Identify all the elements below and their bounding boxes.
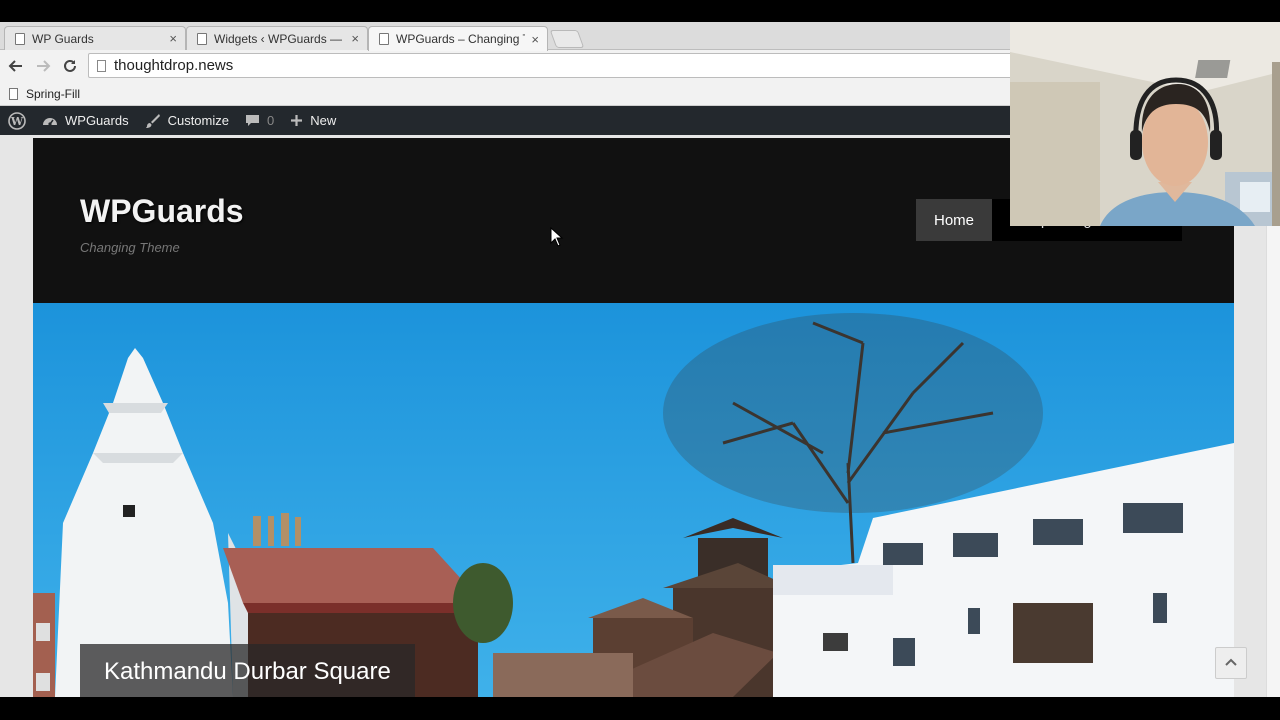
svg-text:W: W <box>10 115 24 128</box>
new-content-menu[interactable]: New <box>282 106 344 135</box>
customize-link[interactable]: Customize <box>137 106 237 135</box>
tab-label: WPGuards – Changing Th <box>396 32 526 46</box>
site-name-label: WPGuards <box>65 113 129 128</box>
dashboard-icon <box>43 117 57 126</box>
page-icon <box>9 87 18 100</box>
page-icon <box>97 59 106 72</box>
brush-icon <box>145 113 160 128</box>
comments-count: 0 <box>267 113 275 128</box>
scroll-to-top-button[interactable] <box>1215 647 1247 679</box>
forward-button[interactable] <box>32 55 54 77</box>
bookmark-spring-fill[interactable]: Spring-Fill <box>26 87 80 101</box>
chevron-up-icon <box>1225 658 1237 666</box>
tab-wp-guards[interactable]: WP Guards × <box>4 26 186 50</box>
wordpress-icon: W <box>8 111 26 130</box>
tab-label: WP Guards <box>32 31 94 46</box>
page-icon <box>197 32 207 45</box>
mouse-cursor <box>550 227 564 247</box>
close-icon[interactable]: × <box>351 31 359 46</box>
site-tagline: Changing Theme <box>80 240 180 255</box>
wp-logo-menu[interactable]: W <box>0 106 34 135</box>
back-button[interactable] <box>5 55 27 77</box>
slide-caption: Kathmandu Durbar Square <box>80 644 415 697</box>
new-label: New <box>310 113 337 128</box>
webcam-overlay <box>1010 22 1280 226</box>
url-text: thoughtdrop.news <box>114 57 234 74</box>
customize-label: Customize <box>167 113 229 128</box>
close-icon[interactable]: × <box>531 32 539 47</box>
new-tab-button[interactable] <box>549 30 585 48</box>
top-letterbox <box>0 0 1280 22</box>
webcam-image <box>1010 22 1280 226</box>
bottom-letterbox <box>0 697 1280 720</box>
hero-slider[interactable]: Kathmandu Durbar Square <box>33 303 1234 697</box>
forward-icon <box>37 60 51 72</box>
tab-label: Widgets ‹ WPGuards — W <box>214 31 346 46</box>
comments-link[interactable]: 0 <box>237 106 282 135</box>
reload-icon <box>64 59 76 72</box>
site-title[interactable]: WPGuards <box>80 193 244 230</box>
tab-changing-theme[interactable]: WPGuards – Changing Th × <box>368 26 548 51</box>
comment-icon <box>246 115 259 126</box>
close-icon[interactable]: × <box>169 31 177 46</box>
page-icon <box>379 33 389 45</box>
nav-item-home[interactable]: Home <box>916 199 993 241</box>
slider-image <box>33 303 1234 697</box>
site-name-menu[interactable]: WPGuards <box>34 106 137 135</box>
plus-icon <box>291 115 303 126</box>
back-icon <box>8 60 22 72</box>
tab-widgets[interactable]: Widgets ‹ WPGuards — W × <box>186 26 368 50</box>
reload-button[interactable] <box>59 55 81 77</box>
page-icon <box>15 32 25 45</box>
